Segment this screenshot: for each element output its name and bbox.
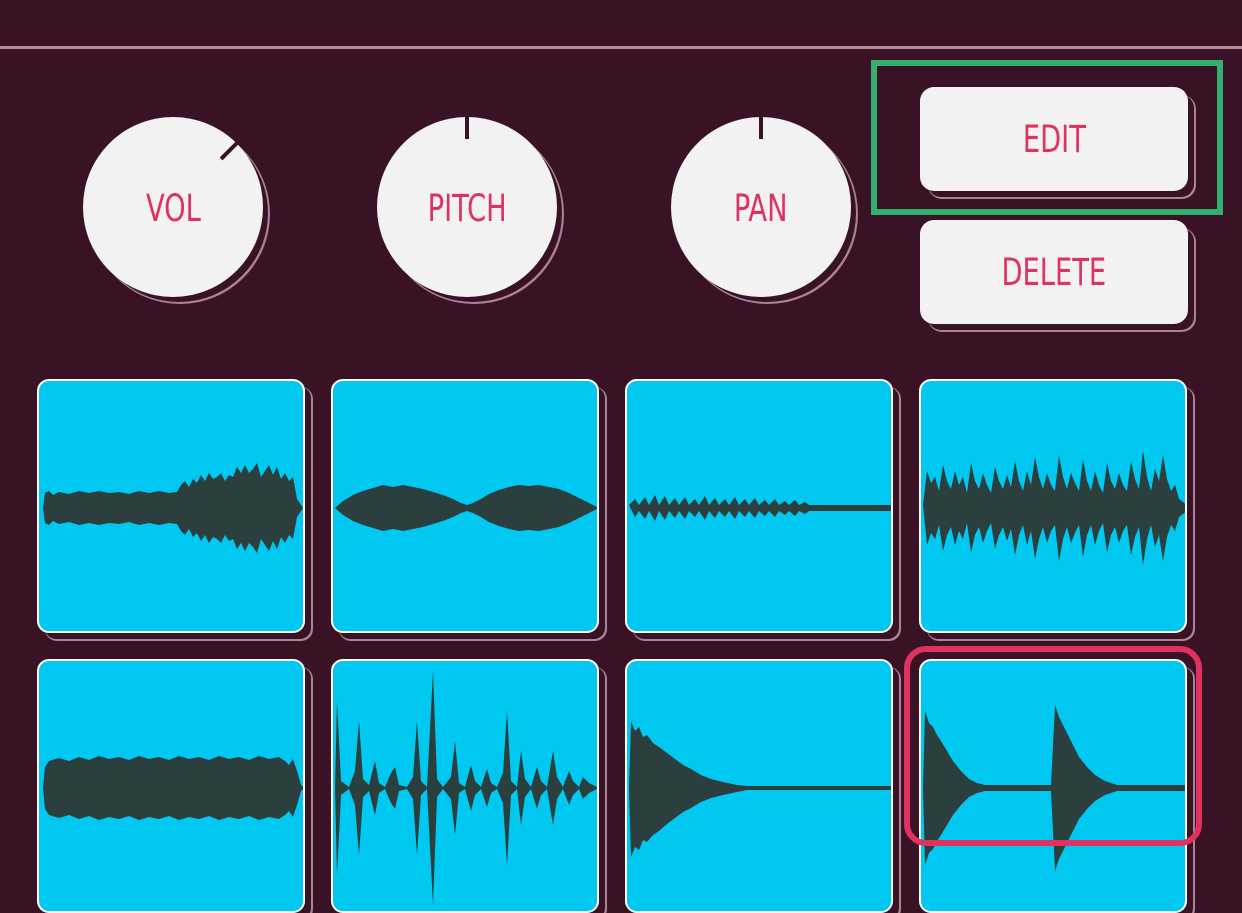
top-divider bbox=[0, 46, 1242, 49]
sample-pad-7[interactable] bbox=[625, 659, 893, 913]
pitch-knob[interactable]: PITCH bbox=[377, 117, 557, 297]
waveform-icon bbox=[923, 705, 1185, 871]
waveform-icon bbox=[43, 756, 303, 820]
pan-knob-indicator bbox=[759, 117, 763, 139]
sample-pad-6[interactable] bbox=[331, 659, 599, 913]
vol-knob[interactable]: VOL bbox=[83, 117, 263, 297]
pan-knob-label: PAN bbox=[734, 186, 788, 230]
sample-pad-1[interactable] bbox=[37, 379, 305, 633]
sample-pad-4[interactable] bbox=[919, 379, 1187, 633]
pitch-knob-label: PITCH bbox=[427, 186, 507, 230]
pan-knob[interactable]: PAN bbox=[671, 117, 851, 297]
sample-pad-8[interactable] bbox=[919, 659, 1187, 913]
waveform-icon bbox=[335, 671, 597, 905]
waveform-icon bbox=[629, 721, 891, 857]
pitch-knob-indicator bbox=[465, 117, 469, 139]
edit-button-label: EDIT bbox=[1022, 117, 1086, 161]
sample-pad-5[interactable] bbox=[37, 659, 305, 913]
waveform-icon bbox=[629, 495, 891, 521]
sample-pad-2[interactable] bbox=[331, 379, 599, 633]
delete-button[interactable]: DELETE bbox=[920, 220, 1188, 324]
delete-button-label: DELETE bbox=[1001, 250, 1107, 294]
vol-knob-label: VOL bbox=[145, 186, 201, 230]
edit-button[interactable]: EDIT bbox=[920, 87, 1188, 191]
waveform-icon bbox=[335, 485, 597, 531]
waveform-icon bbox=[43, 463, 303, 553]
sample-pad-3[interactable] bbox=[625, 379, 893, 633]
vol-knob-indicator bbox=[219, 141, 239, 161]
waveform-icon bbox=[923, 451, 1185, 565]
